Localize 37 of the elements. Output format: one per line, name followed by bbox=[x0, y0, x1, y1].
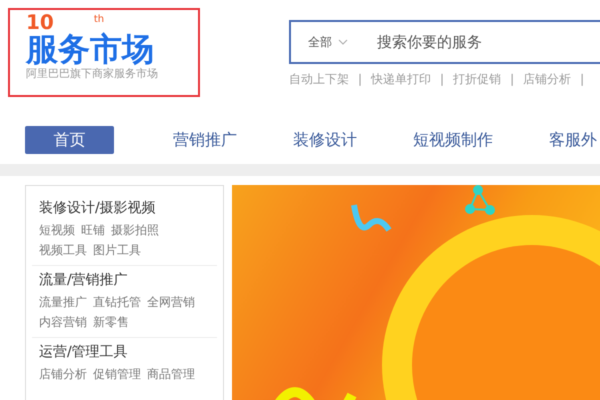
hot-link[interactable]: 店铺分析 bbox=[523, 70, 572, 88]
category-link[interactable]: 流量推广 bbox=[39, 293, 87, 311]
category-link[interactable]: 内容营销 bbox=[39, 313, 87, 331]
hot-link[interactable]: 自动上下架 bbox=[289, 70, 349, 88]
logo-title: 服务市场 bbox=[26, 32, 155, 66]
category-title[interactable]: 运营/管理工具 bbox=[39, 342, 210, 363]
category-title[interactable]: 流量/营销推广 bbox=[39, 270, 210, 291]
nav-tab[interactable]: 装修设计 bbox=[293, 126, 357, 154]
category-link[interactable]: 图片工具 bbox=[93, 241, 141, 259]
promo-banner-image[interactable] bbox=[232, 185, 600, 400]
category-link[interactable]: 摄影拍照 bbox=[111, 221, 159, 239]
hot-link[interactable]: 打折促销 bbox=[453, 70, 502, 88]
logo[interactable]: 10 th 服务市场 阿里巴巴旗下商家服务市场 bbox=[8, 8, 200, 97]
nav-tab[interactable]: 短视频制作 bbox=[413, 126, 493, 154]
nav-tab[interactable]: 首页 bbox=[25, 126, 114, 154]
category-link[interactable]: 视频工具 bbox=[39, 241, 87, 259]
search-bar[interactable]: 全部 搜索你要的服务 bbox=[289, 20, 600, 64]
anniversary-number: 10 bbox=[26, 12, 54, 32]
category-link[interactable]: 旺铺 bbox=[81, 221, 105, 239]
category-link[interactable]: 促销管理 bbox=[93, 365, 141, 383]
separator: | bbox=[580, 71, 584, 88]
separator: | bbox=[358, 71, 362, 88]
hot-link[interactable]: 快递单打印 bbox=[371, 70, 432, 88]
nav-tab[interactable]: 营销推广 bbox=[173, 126, 237, 154]
separator: | bbox=[440, 71, 444, 88]
category-link[interactable]: 店铺分析 bbox=[39, 365, 87, 383]
anniversary-suffix: th bbox=[94, 14, 104, 25]
logo-subtitle: 阿里巴巴旗下商家服务市场 bbox=[26, 66, 159, 82]
category-link[interactable]: 短视频 bbox=[39, 221, 75, 239]
category-link[interactable]: 商品管理 bbox=[147, 365, 195, 383]
separator: | bbox=[510, 71, 514, 88]
category-title[interactable]: 装修设计/摄影视频 bbox=[39, 198, 210, 219]
chevron-down-icon bbox=[338, 39, 348, 45]
category-link[interactable]: 全网营销 bbox=[147, 293, 195, 311]
category-link[interactable]: 新零售 bbox=[93, 313, 129, 331]
nav-tab[interactable]: 客服外 bbox=[549, 126, 597, 154]
category-link[interactable]: 直钻托管 bbox=[93, 293, 141, 311]
